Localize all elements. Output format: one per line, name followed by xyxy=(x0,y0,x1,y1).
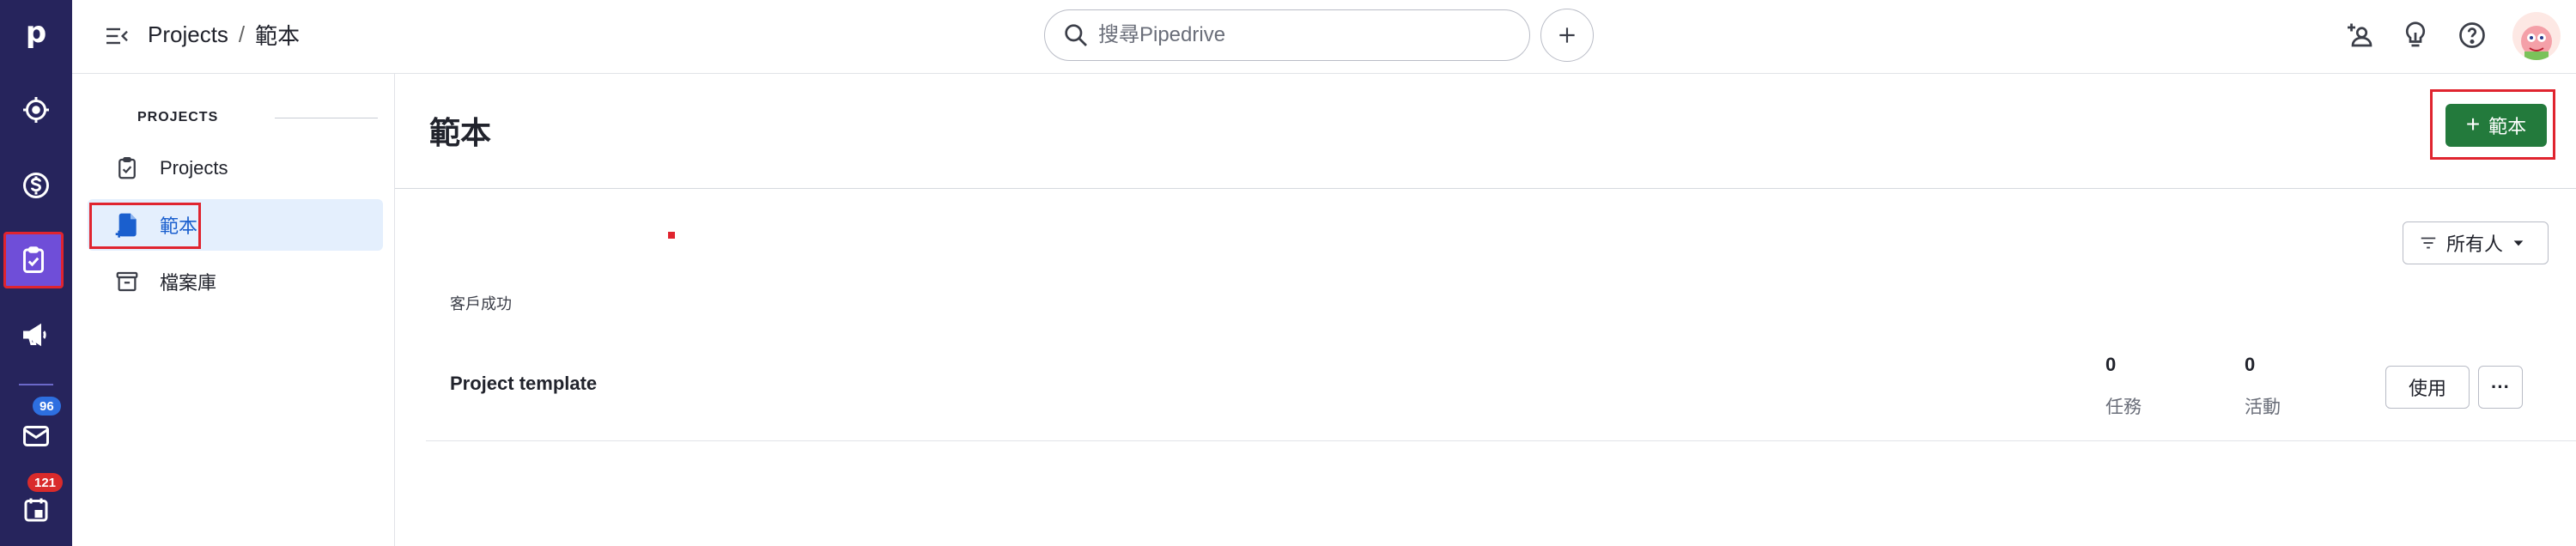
row-divider xyxy=(426,440,2576,441)
help-button[interactable] xyxy=(2454,17,2490,53)
add-template-button[interactable]: + 範本 xyxy=(2445,104,2547,147)
template-group-label: 客戶成功 xyxy=(450,295,512,312)
sidebar-item-label: 檔案庫 xyxy=(160,272,217,294)
tips-button[interactable] xyxy=(2397,17,2433,53)
clipboard-check-icon xyxy=(23,246,44,273)
clipboard-icon xyxy=(113,155,141,182)
quick-add-button[interactable] xyxy=(1540,9,1594,62)
user-avatar[interactable] xyxy=(2512,12,2561,60)
activities-count: 0 xyxy=(2245,354,2256,375)
breadcrumb-projects-link[interactable]: Projects xyxy=(148,21,228,48)
campaigns-nav-button[interactable] xyxy=(12,311,60,359)
owner-filter-dropdown[interactable]: 所有人 xyxy=(2403,221,2549,264)
activities-badge: 121 xyxy=(27,473,64,492)
top-header: Projects / 範本 xyxy=(72,0,2576,74)
more-actions-button[interactable]: ··· xyxy=(2478,366,2523,409)
caret-down-icon xyxy=(2513,240,2524,246)
deals-nav-button[interactable] xyxy=(12,86,60,134)
activities-label: 活動 xyxy=(2245,397,2281,417)
search-box[interactable] xyxy=(1044,9,1530,61)
breadcrumb: Projects / 範本 xyxy=(148,19,300,51)
search-icon xyxy=(1065,24,1087,46)
main-nav-rail: p 96 121 xyxy=(0,0,72,546)
header-divider xyxy=(395,188,2576,189)
activities-nav-button[interactable] xyxy=(12,486,60,534)
marker-dot xyxy=(668,232,675,239)
search-input[interactable] xyxy=(1098,23,1493,47)
projects-sidebar: PROJECTS Projects 範本 檔案庫 xyxy=(72,74,395,546)
invite-users-button[interactable] xyxy=(2342,17,2379,53)
highlight-box xyxy=(89,203,201,249)
tasks-count: 0 xyxy=(2105,354,2117,375)
add-template-label: 範本 xyxy=(2488,116,2527,137)
plus-icon xyxy=(1559,27,1575,43)
tasks-label: 任務 xyxy=(2105,397,2142,417)
page-title: 範本 xyxy=(429,115,492,150)
pipedrive-logo[interactable]: p xyxy=(17,14,55,52)
add-user-icon xyxy=(2348,23,2372,47)
target-icon xyxy=(23,97,49,123)
activities-stat: 0 活動 xyxy=(2245,354,2281,419)
breadcrumb-current: 範本 xyxy=(255,23,301,49)
template-name[interactable]: Project template xyxy=(450,373,597,395)
use-template-button[interactable]: 使用 xyxy=(2385,366,2470,409)
dollar-icon xyxy=(23,173,49,198)
projects-nav-button[interactable] xyxy=(3,232,64,288)
mail-unread-badge: 96 xyxy=(33,397,61,416)
sidebar-item-archive[interactable]: 檔案庫 xyxy=(88,256,383,307)
calendar-icon xyxy=(24,498,48,522)
tasks-stat: 0 任務 xyxy=(2105,354,2142,419)
avatar-image xyxy=(2521,26,2552,60)
mail-icon xyxy=(23,426,49,446)
filter-icon xyxy=(2421,237,2436,249)
mail-nav-button[interactable] xyxy=(12,412,60,460)
plus-icon: + xyxy=(2465,110,2481,137)
owner-filter-value: 所有人 xyxy=(2446,234,2504,255)
breadcrumb-separator: / xyxy=(238,21,246,47)
templates-main: 範本 + 範本 所有人 客戶成功 Project template 0 任務 0… xyxy=(395,74,2576,546)
sidebar-item-label: Projects xyxy=(160,157,228,179)
sidebar-section-heading: PROJECTS xyxy=(137,110,219,124)
lightbulb-icon xyxy=(2405,21,2426,47)
sales-nav-button[interactable] xyxy=(12,161,60,209)
collapse-menu-icon[interactable] xyxy=(101,22,132,50)
help-icon xyxy=(2459,22,2485,48)
archive-icon xyxy=(113,268,141,295)
sidebar-item-projects[interactable]: Projects xyxy=(88,143,383,194)
rail-divider xyxy=(19,384,53,385)
megaphone-icon xyxy=(23,323,46,347)
